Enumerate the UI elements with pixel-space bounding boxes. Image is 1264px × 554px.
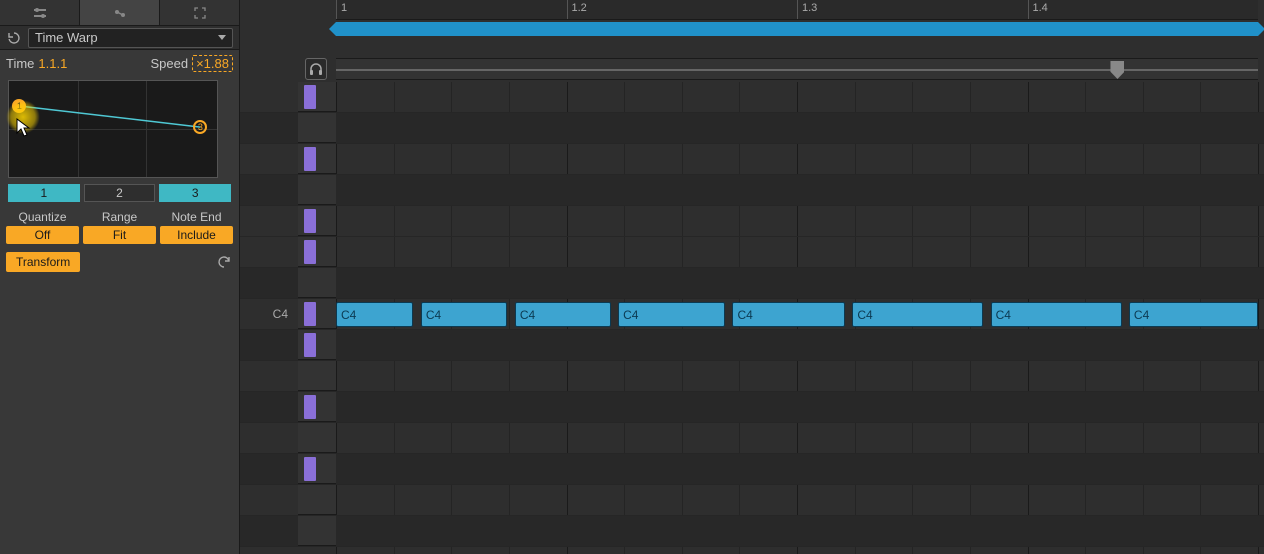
- piano-row[interactable]: [240, 516, 1264, 547]
- quantize-button[interactable]: Off: [6, 226, 79, 244]
- velocity-indicator: [304, 395, 316, 419]
- piano-row[interactable]: [240, 175, 1264, 206]
- chevron-down-icon: [218, 35, 226, 40]
- device-name: Time Warp: [35, 30, 98, 45]
- velocity-indicator: [304, 457, 316, 481]
- piano-row[interactable]: [240, 237, 1264, 268]
- ruler-tick: 1.2: [567, 0, 587, 19]
- segment-buttons: 1 2 3: [8, 184, 231, 202]
- velocity-indicator: [304, 209, 316, 233]
- transform-panel: Time Warp Time 1.1.1 Speed ×1.88 1 3 1 2…: [0, 0, 240, 554]
- piano-row[interactable]: [240, 268, 1264, 299]
- ruler-tick: 1.4: [1028, 0, 1048, 19]
- piano-row[interactable]: [240, 330, 1264, 361]
- velocity-indicator: [304, 240, 316, 264]
- velocity-indicator: [304, 302, 316, 326]
- piano-row[interactable]: [240, 361, 1264, 392]
- device-dropdown[interactable]: Time Warp: [28, 28, 233, 48]
- tab-envelope[interactable]: [80, 0, 160, 25]
- piano-row[interactable]: [240, 392, 1264, 423]
- speed-label: Speed: [151, 56, 189, 71]
- control-labels: Quantize Range Note End: [6, 210, 233, 224]
- preview-headphones-button[interactable]: [305, 58, 327, 80]
- note-end-button[interactable]: Include: [160, 226, 233, 244]
- note-end-label: Note End: [160, 210, 233, 224]
- range-button[interactable]: Fit: [83, 226, 156, 244]
- segment-3[interactable]: 3: [159, 184, 231, 202]
- piano-roll: C4C4C4C4C4C4C4C4 C4: [240, 82, 1264, 554]
- tab-expand[interactable]: [160, 0, 239, 25]
- refresh-icon[interactable]: [6, 30, 22, 46]
- scrub-track[interactable]: [336, 58, 1258, 80]
- piano-row[interactable]: [240, 82, 1264, 113]
- loop-brace[interactable]: [336, 22, 1258, 36]
- quantize-label: Quantize: [6, 210, 79, 224]
- segment-2[interactable]: 2: [84, 184, 156, 202]
- velocity-indicator: [304, 85, 316, 109]
- panel-tab-strip: [0, 0, 239, 26]
- tab-tools[interactable]: [0, 0, 80, 25]
- ruler-tick: 1: [336, 0, 347, 19]
- clip-editor: 1 1.2 1.3 1.4 C4C4C4C4C4C4C4C4 C4: [240, 0, 1264, 554]
- control-buttons: Off Fit Include: [6, 226, 233, 244]
- envelope-node-3[interactable]: 3: [193, 120, 207, 134]
- parameter-readout: Time 1.1.1 Speed ×1.88: [0, 50, 239, 76]
- velocity-indicator: [304, 333, 316, 357]
- piano-row[interactable]: [240, 485, 1264, 516]
- scrub-handle[interactable]: [1110, 61, 1124, 79]
- redo-icon[interactable]: [215, 253, 233, 271]
- time-value[interactable]: 1.1.1: [38, 56, 67, 71]
- envelope-editor[interactable]: 1 3: [8, 80, 218, 178]
- ruler-tick: 1.3: [797, 0, 817, 19]
- timeline-ruler[interactable]: 1 1.2 1.3 1.4: [336, 0, 1258, 20]
- piano-row[interactable]: C4: [240, 299, 1264, 330]
- segment-1[interactable]: 1: [8, 184, 80, 202]
- piano-row[interactable]: [240, 144, 1264, 175]
- device-chooser-row: Time Warp: [0, 26, 239, 50]
- piano-row[interactable]: [240, 206, 1264, 237]
- range-label: Range: [83, 210, 156, 224]
- time-label: Time: [6, 56, 34, 71]
- piano-row[interactable]: [240, 454, 1264, 485]
- transform-button[interactable]: Transform: [6, 252, 80, 272]
- piano-row[interactable]: [240, 113, 1264, 144]
- envelope-node-1[interactable]: 1: [12, 99, 26, 113]
- piano-row[interactable]: [240, 423, 1264, 454]
- key-label: C4: [240, 307, 294, 321]
- speed-value[interactable]: ×1.88: [192, 55, 233, 72]
- velocity-indicator: [304, 147, 316, 171]
